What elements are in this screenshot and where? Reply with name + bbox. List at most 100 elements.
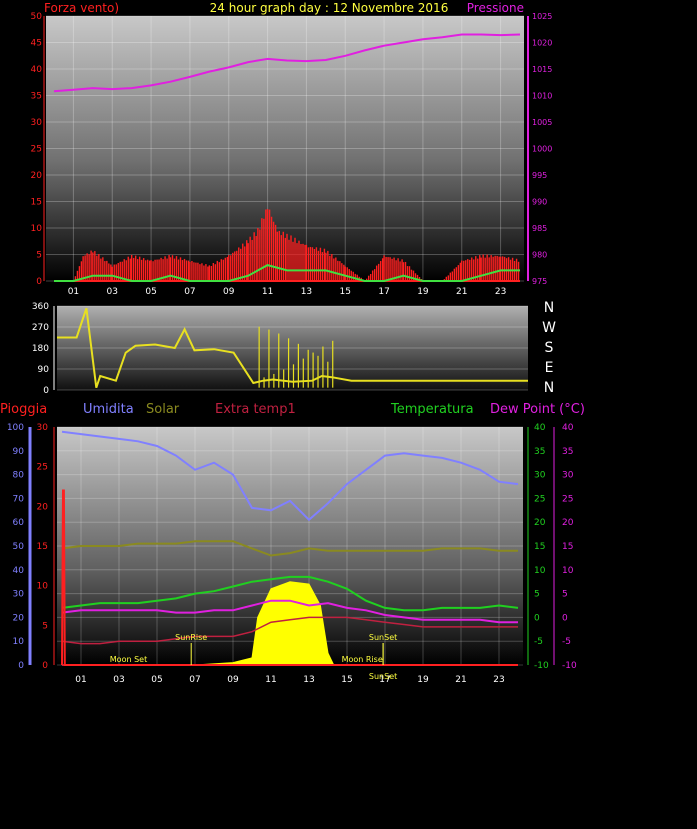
hour-tick-label: 23	[493, 675, 504, 685]
rain-tick-label: 10	[37, 582, 49, 592]
rain-tick-label: 25	[37, 463, 48, 473]
wind-tick-label: 15	[31, 198, 42, 208]
humidity-tick-label: 70	[13, 494, 25, 504]
humidity-tick-label: 90	[13, 447, 25, 457]
event-label: Moon Rise	[342, 655, 383, 664]
rain-tick-label: 20	[37, 502, 49, 512]
wind-tick-label: 20	[31, 171, 43, 181]
wind-direction-axes: 0 90 180 270 360	[32, 302, 55, 396]
dew-tick-label: 30	[562, 471, 574, 481]
temperature-tick-label: 25	[534, 494, 545, 504]
humidity-title: Umidita	[83, 402, 134, 417]
hour-tick-label: 05	[151, 675, 162, 685]
humidity-tick-label: 30	[13, 590, 25, 600]
temperature-tick-label: 35	[534, 447, 545, 457]
hour-tick-label: 01	[68, 287, 79, 297]
rain-tick-label: 5	[42, 621, 48, 631]
dew-tick-label: 10	[562, 566, 574, 576]
hour-tick-label: 11	[265, 675, 276, 685]
hour-tick-label: 13	[301, 287, 312, 297]
wind-tick-label: 30	[31, 118, 43, 128]
direction-tick-label: 360	[32, 302, 49, 312]
compass-letter: N	[544, 380, 554, 396]
compass-letters: NWSEN	[542, 300, 556, 396]
dew-tick-label: 40	[562, 423, 574, 433]
pressure-tick-label: 1010	[532, 92, 552, 101]
temperature-tick-label: 15	[534, 542, 545, 552]
humidity-tick-label: 50	[13, 542, 25, 552]
pressure-tick-label: 995	[532, 171, 547, 180]
rain-tick-label: 15	[37, 542, 48, 552]
weather-graph-screen: 0 5 10 15 20 25 30 35 40 45 50 975 980 985 990 995 1000 1…	[0, 0, 697, 825]
hour-tick-label: 19	[417, 675, 429, 685]
temperature-tick-label: 40	[534, 423, 546, 433]
pressure-tick-label: 1000	[532, 145, 552, 154]
temperature-tick-label: 20	[534, 518, 546, 528]
event-label: SunSet	[369, 672, 397, 681]
hour-tick-label: 23	[495, 287, 506, 297]
humidity-tick-label: 40	[13, 566, 25, 576]
direction-tick-label: 90	[38, 365, 50, 375]
event-label: Moon Set	[110, 655, 147, 664]
temperature-tick-label: 30	[534, 471, 546, 481]
humidity-tick-label: 0	[18, 661, 24, 671]
humidity-tick-label: 10	[13, 637, 25, 647]
humidity-tick-label: 60	[13, 518, 25, 528]
dew-point-title: Dew Point (°C)	[490, 402, 585, 417]
weather-charts: 0510152025303540455097598098599099510001…	[0, 1, 585, 685]
chart-title: 24 hour graph day : 12 Novembre 2016	[210, 1, 449, 15]
wind-tick-label: 35	[31, 92, 42, 102]
hour-tick-label: 05	[145, 287, 156, 297]
pressure-tick-label: 1005	[532, 118, 552, 127]
dew-tick-label: -5	[562, 637, 571, 647]
wind-tick-label: 50	[31, 12, 43, 22]
pressure-tick-label: 1025	[532, 12, 552, 21]
dew-tick-label: -10	[562, 661, 577, 671]
temperature-tick-label: 0	[534, 613, 540, 623]
hour-tick-label: 03	[113, 675, 124, 685]
pressure-axis-title: Pressione	[467, 1, 524, 15]
event-label: SunRise	[175, 633, 207, 642]
hour-tick-label: 21	[456, 287, 467, 297]
compass-letter: N	[544, 300, 554, 316]
dew-tick-label: 20	[562, 518, 574, 528]
pressure-tick-label: 1020	[532, 39, 552, 48]
dew-tick-label: 25	[562, 494, 573, 504]
wind-tick-label: 10	[31, 224, 43, 234]
hour-tick-label: 19	[417, 287, 429, 297]
hour-tick-label: 17	[378, 287, 389, 297]
humidity-tick-label: 100	[7, 423, 24, 433]
hour-tick-label: 09	[223, 287, 235, 297]
hour-tick-label: 03	[107, 287, 118, 297]
hour-tick-label: 09	[227, 675, 239, 685]
wind-tick-label: 25	[31, 145, 42, 155]
hour-tick-label: 07	[184, 287, 195, 297]
dew-tick-label: 15	[562, 542, 573, 552]
dew-tick-label: 5	[562, 590, 568, 600]
pressure-tick-label: 1015	[532, 65, 552, 74]
temperature-title: Temperatura	[390, 402, 474, 417]
direction-tick-label: 0	[43, 386, 49, 396]
compass-letter: S	[545, 340, 554, 356]
pressure-tick-label: 975	[532, 277, 547, 286]
pressure-tick-label: 985	[532, 224, 547, 233]
humidity-tick-label: 80	[13, 471, 25, 481]
hour-tick-label: 11	[262, 287, 273, 297]
temperature-tick-label: 10	[534, 566, 546, 576]
hour-tick-label: 15	[341, 675, 352, 685]
hour-tick-label: 13	[303, 675, 314, 685]
event-label: SunSet	[369, 633, 397, 642]
wind-tick-label: 45	[31, 39, 42, 49]
wind-axis-title: Forza vento)	[44, 1, 119, 15]
hour-tick-label: 15	[340, 287, 351, 297]
rain-axis-title: Pioggia	[0, 402, 47, 417]
direction-tick-label: 270	[32, 323, 49, 333]
temperature-tick-label: 5	[534, 590, 540, 600]
solar-title: Solar	[146, 402, 180, 417]
wind-tick-label: 40	[31, 65, 43, 75]
pressure-tick-label: 990	[532, 198, 547, 207]
wind-tick-label: 0	[36, 277, 42, 287]
hour-tick-label: 01	[75, 675, 86, 685]
temperature-tick-label: -5	[534, 637, 543, 647]
hour-tick-label: 21	[455, 675, 466, 685]
